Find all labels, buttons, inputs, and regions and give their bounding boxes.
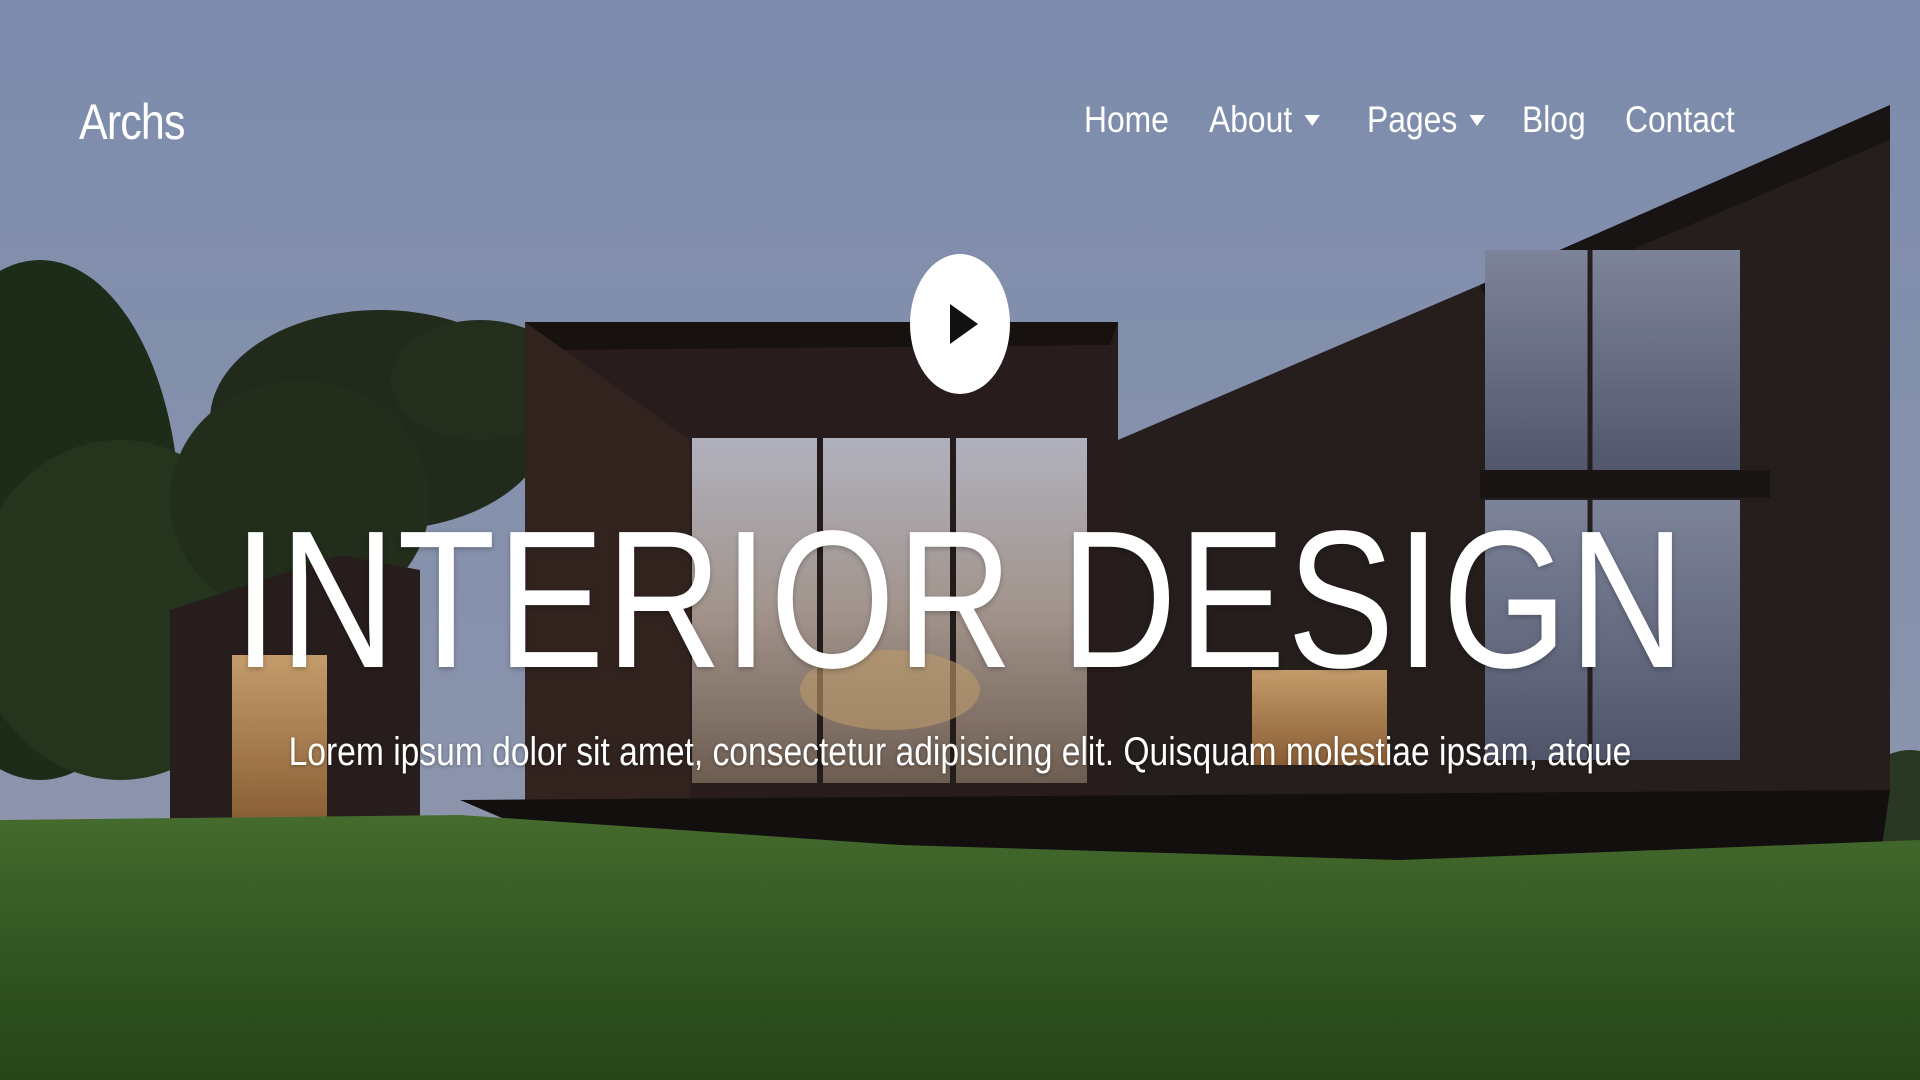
hero-title: INTERIOR DESIGN [233,490,1687,709]
play-video-button[interactable] [910,254,1010,394]
nav-blog-label: Blog [1522,99,1586,140]
main-nav: Home About Pages Blog Contact [1084,92,1735,148]
nav-about-label: About [1209,99,1293,140]
hero-subtitle: Lorem ipsum dolor sit amet, consectetur … [288,730,1632,774]
nav-home-label: Home [1084,99,1169,140]
navbar: Archs Home About Pages Blog Contact [0,0,1920,240]
nav-pages-label: Pages [1367,99,1458,140]
chevron-down-icon [1469,114,1485,126]
brand-logo[interactable]: Archs [79,90,185,154]
nav-contact-label: Contact [1625,99,1735,140]
nav-contact[interactable]: Contact [1625,99,1735,141]
hero-section: Archs Home About Pages Blog Contact INTE… [0,0,1920,1080]
nav-about[interactable]: About [1209,99,1320,141]
nav-blog[interactable]: Blog [1522,99,1586,141]
nav-home[interactable]: Home [1084,99,1169,141]
play-icon [950,304,978,344]
chevron-down-icon [1304,114,1320,126]
nav-pages[interactable]: Pages [1367,99,1485,141]
